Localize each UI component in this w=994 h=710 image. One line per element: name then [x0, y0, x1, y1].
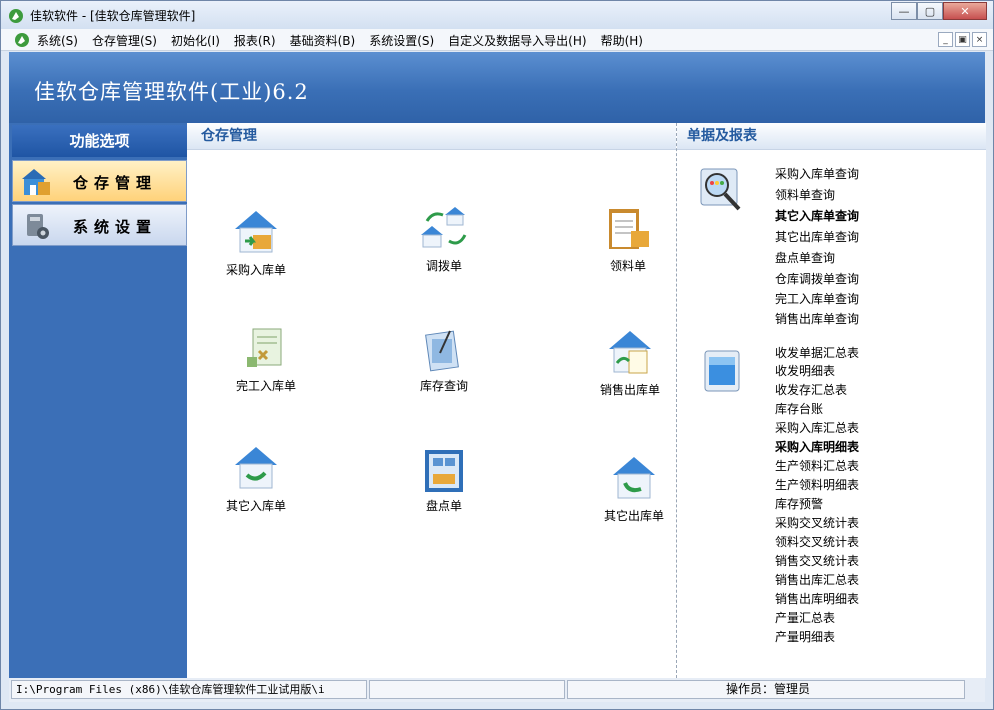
tile-other-outbound[interactable]: 其它出库单	[579, 453, 689, 524]
other-inbound-icon	[235, 447, 277, 489]
menu-reports[interactable]: 报表(R)	[234, 32, 276, 49]
link-report-ledger[interactable]: 库存台账	[775, 400, 859, 419]
minimize-icon: —	[898, 4, 910, 18]
link-completion-inbound-query[interactable]: 完工入库单查询	[775, 290, 859, 309]
close-button[interactable]: ✕	[943, 2, 987, 20]
warehouse-panel: 仓存管理 采购入库单 调拨单 领料单 完工入库单 库存查询 销售出库单 其它入库…	[187, 123, 676, 678]
tile-label: 采购入库单	[225, 263, 286, 277]
tile-label: 库存查询	[419, 379, 468, 393]
app-logo-icon	[9, 9, 23, 23]
link-report-stock-summary[interactable]: 收发存汇总表	[775, 381, 859, 400]
window-title: 佳软软件 - [佳软仓库管理软件]	[30, 9, 196, 23]
mdi-restore-button[interactable]: ▣	[955, 32, 970, 47]
menu-import-export[interactable]: 自定义及数据导入导出(H)	[448, 32, 586, 49]
menu-system-settings[interactable]: 系统设置(S)	[369, 32, 434, 49]
link-report-stock-alert[interactable]: 库存预警	[775, 495, 859, 514]
link-other-outbound-query[interactable]: 其它出库单查询	[775, 227, 859, 248]
main-window: 佳软软件 - [佳软仓库管理软件] — ▢ ✕ 系统(S) 仓存管理(S) 初始…	[0, 0, 994, 710]
link-requisition-query[interactable]: 领料单查询	[775, 185, 859, 206]
tile-other-inbound[interactable]: 其它入库单	[201, 443, 311, 514]
mdi-buttons: _ ▣ ×	[938, 32, 987, 47]
link-report-purchase-cross[interactable]: 采购交叉统计表	[775, 514, 859, 533]
tile-label: 销售出库单	[599, 383, 660, 397]
inventory-query-icon	[425, 330, 459, 372]
tile-label: 领料单	[609, 259, 646, 273]
link-stocktake-query[interactable]: 盘点单查询	[775, 248, 859, 269]
sales-outbound-icon	[609, 331, 651, 374]
report-links: 收发单据汇总表 收发明细表 收发存汇总表 库存台账 采购入库汇总表 采购入库明细…	[775, 345, 859, 647]
tile-sales-outbound[interactable]: 销售出库单	[575, 327, 685, 398]
report-calculator-icon	[704, 350, 740, 392]
menu-base-data[interactable]: 基础资料(B)	[290, 32, 356, 49]
stocktake-icon	[425, 450, 463, 492]
mdi-minimize-button[interactable]: _	[938, 32, 953, 47]
mdi-app-icon[interactable]	[14, 32, 30, 48]
other-outbound-icon	[613, 457, 655, 499]
link-report-production-summary[interactable]: 生产领料汇总表	[775, 457, 859, 476]
warehouse-icon	[22, 169, 50, 195]
tile-inventory-query[interactable]: 库存查询	[389, 327, 499, 394]
tile-label: 调拨单	[425, 259, 462, 273]
settings-icon	[27, 214, 49, 239]
menu-help[interactable]: 帮助(H)	[601, 32, 643, 49]
menu-system[interactable]: 系统(S)	[37, 32, 78, 49]
header-banner: 佳软仓库管理软件(工业)6.2	[9, 52, 985, 123]
link-report-requisition-cross[interactable]: 领料交叉统计表	[775, 533, 859, 552]
tile-completion-inbound[interactable]: 完工入库单	[211, 327, 321, 394]
material-requisition-icon	[609, 209, 649, 249]
tile-label: 完工入库单	[235, 379, 296, 393]
sidebar-item-label: 仓存管理	[73, 174, 158, 192]
purchase-inbound-icon	[235, 211, 277, 253]
minimize-button[interactable]: —	[891, 2, 917, 20]
status-path: I:\Program Files (x86)\佳软仓库管理软件工业试用版\i	[11, 680, 367, 699]
sidebar: 功能选项 仓存管理 系统设置	[9, 123, 187, 678]
link-report-sales-summary[interactable]: 销售出库汇总表	[775, 571, 859, 590]
sidebar-header: 功能选项	[12, 125, 187, 157]
link-report-summary[interactable]: 收发单据汇总表	[775, 345, 859, 362]
link-report-output-detail[interactable]: 产量明细表	[775, 628, 859, 647]
link-transfer-query[interactable]: 仓库调拨单查询	[775, 269, 859, 290]
link-report-sales-detail[interactable]: 销售出库明细表	[775, 590, 859, 609]
link-report-output-summary[interactable]: 产量汇总表	[775, 609, 859, 628]
menu-initialize[interactable]: 初始化(I)	[171, 32, 220, 49]
query-magnifier-icon	[700, 168, 741, 211]
title-bar[interactable]: 佳软软件 - [佳软仓库管理软件] — ▢ ✕	[1, 1, 993, 29]
completion-inbound-icon	[247, 328, 282, 367]
tile-transfer[interactable]: 调拨单	[389, 207, 499, 274]
menu-bar: 系统(S) 仓存管理(S) 初始化(I) 报表(R) 基础资料(B) 系统设置(…	[1, 29, 993, 51]
transfer-icon	[421, 207, 467, 248]
tile-label: 盘点单	[425, 499, 462, 513]
tile-material-requisition[interactable]: 领料单	[573, 207, 683, 274]
sidebar-item-label: 系统设置	[73, 218, 158, 236]
menu-warehouse[interactable]: 仓存管理(S)	[92, 32, 157, 49]
link-report-detail[interactable]: 收发明细表	[775, 362, 859, 381]
warehouse-panel-header: 仓存管理	[187, 123, 676, 150]
caption-buttons: — ▢ ✕	[891, 2, 987, 20]
link-purchase-inbound-query[interactable]: 采购入库单查询	[775, 164, 859, 185]
link-report-sales-cross[interactable]: 销售交叉统计表	[775, 552, 859, 571]
link-other-inbound-query[interactable]: 其它入库单查询	[775, 206, 859, 227]
maximize-button[interactable]: ▢	[917, 2, 943, 20]
tile-stocktake[interactable]: 盘点单	[389, 449, 499, 514]
status-operator: 操作员：管理员	[567, 680, 965, 699]
link-report-purchase-summary[interactable]: 采购入库汇总表	[775, 419, 859, 438]
reports-panel: 单据及报表 采购入库单查询 领料单查询 其它入库单查询 其它出库单查询 盘点单查…	[676, 123, 986, 678]
maximize-icon: ▢	[924, 4, 936, 18]
banner-title: 佳软仓库管理软件(工业)6.2	[34, 80, 309, 104]
tile-label: 其它出库单	[603, 509, 664, 523]
mdi-close-button[interactable]: ×	[972, 32, 987, 47]
close-icon: ✕	[960, 4, 970, 18]
tile-label: 其它入库单	[225, 499, 286, 513]
sidebar-item-settings[interactable]: 系统设置	[12, 204, 187, 246]
status-middle	[369, 680, 565, 699]
reports-panel-header: 单据及报表	[677, 123, 986, 150]
query-links: 采购入库单查询 领料单查询 其它入库单查询 其它出库单查询 盘点单查询 仓库调拨…	[775, 164, 859, 330]
tile-purchase-inbound[interactable]: 采购入库单	[201, 207, 311, 278]
link-report-purchase-detail[interactable]: 采购入库明细表	[775, 438, 859, 457]
status-bar: I:\Program Files (x86)\佳软仓库管理软件工业试用版\i 操…	[9, 678, 985, 702]
link-report-production-detail[interactable]: 生产领料明细表	[775, 476, 859, 495]
link-sales-outbound-query[interactable]: 销售出库单查询	[775, 309, 859, 330]
sidebar-item-warehouse[interactable]: 仓存管理	[12, 160, 187, 202]
